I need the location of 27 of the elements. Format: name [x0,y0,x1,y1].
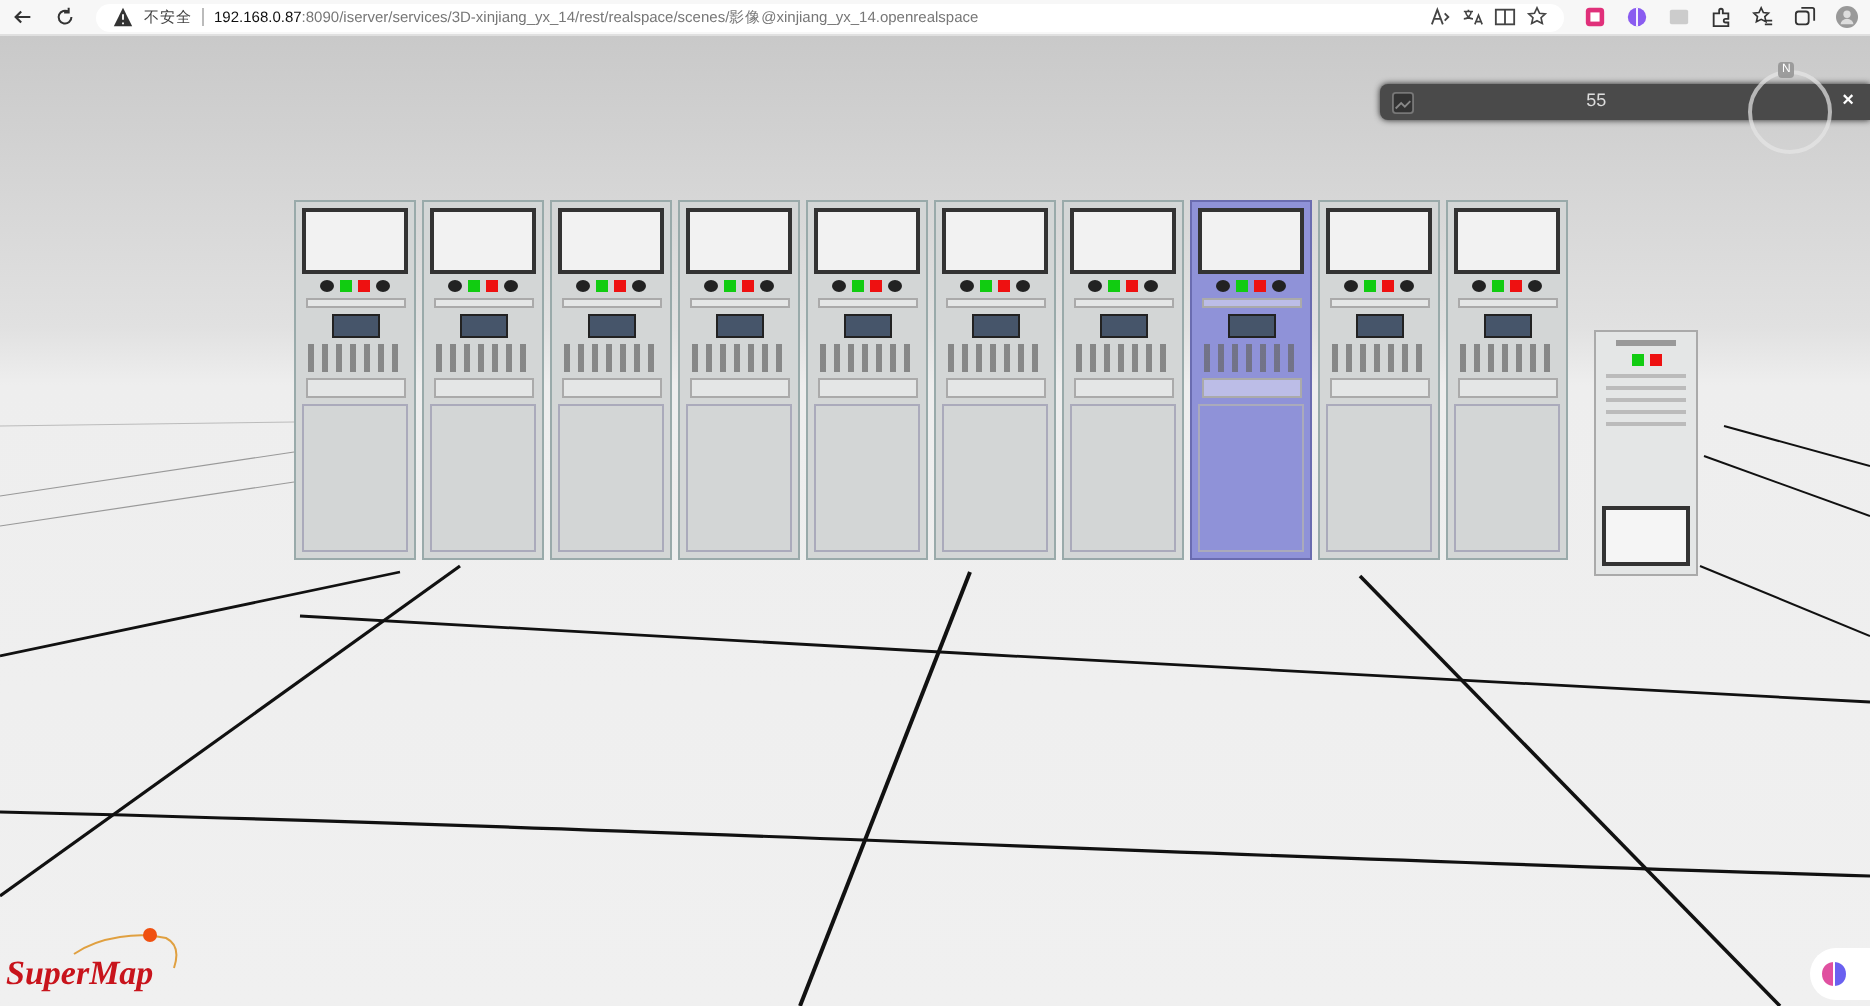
read-aloud-icon[interactable] [1430,6,1452,28]
star-plus-icon[interactable] [1526,6,1548,28]
logo-text: SuperMap [6,956,154,990]
panel-value: 55 [1584,88,1609,115]
reader-icon[interactable] [1494,6,1516,28]
warning-icon [112,6,134,28]
reload-icon[interactable] [54,6,76,28]
translate-icon[interactable] [1462,6,1484,28]
equipment-cabinet[interactable] [934,200,1056,560]
back-icon[interactable] [12,6,34,28]
favorites-icon[interactable] [1752,6,1774,28]
equipment-cabinet[interactable] [422,200,544,560]
avatar-icon[interactable] [1836,6,1858,28]
extension-icon[interactable] [1584,6,1606,28]
equipment-cabinet[interactable] [550,200,672,560]
equipment-cabinet[interactable] [1190,200,1312,560]
puzzle-icon[interactable] [1710,6,1732,28]
equipment-cabinet[interactable] [1318,200,1440,560]
collections-icon[interactable] [1794,6,1816,28]
equipment-cabinet[interactable] [806,200,928,560]
equipment-cabinet[interactable] [294,200,416,560]
close-button[interactable]: × [1838,92,1858,112]
assistant-button[interactable] [1810,948,1870,1000]
equipment-cabinet[interactable] [678,200,800,560]
equipment-cabinet[interactable] [1062,200,1184,560]
equipment-cabinet[interactable] [1446,200,1568,560]
extension-icon[interactable] [1626,6,1648,28]
